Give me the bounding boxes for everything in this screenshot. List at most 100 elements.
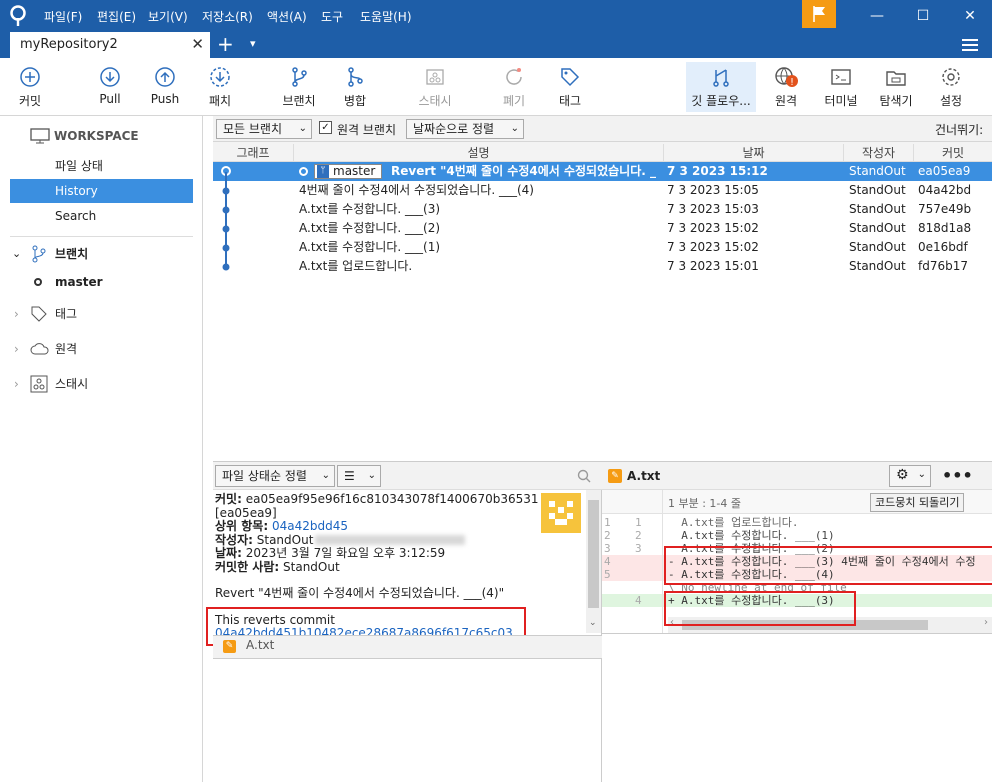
sidebar-item-file-status[interactable]: 파일 상태 xyxy=(0,154,203,178)
title-bar: 파일(F) 편집(E) 보기(V) 저장소(R) 액션(A) 도구 도움말(H)… xyxy=(0,0,992,32)
commit-date: 7 3 2023 15:02 xyxy=(667,221,759,235)
branch-button[interactable]: 브랜치 xyxy=(275,62,323,112)
table-row[interactable]: A.txt를 수정합니다. ___(2) 7 3 2023 15:02 Stan… xyxy=(213,219,992,238)
column-author[interactable]: 작성자 xyxy=(843,144,913,161)
date-label: 날짜: xyxy=(215,546,242,560)
chevron-right-icon: › xyxy=(14,342,19,356)
details-toolbar: 파일 상태순 정렬 ⌄ ☰ ⌄ xyxy=(213,462,602,490)
cloud-icon xyxy=(30,343,49,355)
diff-options-dropdown[interactable]: ⚙ ⌄ xyxy=(889,465,931,487)
sidebar-item-history[interactable]: History xyxy=(10,179,193,203)
table-row[interactable]: A.txt를 업로드합니다. 7 3 2023 15:01 StandOut f… xyxy=(213,257,992,276)
pull-label: Pull xyxy=(99,92,121,106)
new-tab-button[interactable]: + xyxy=(217,32,234,56)
maximize-button[interactable]: ☐ xyxy=(906,4,940,28)
column-commit[interactable]: 커밋 xyxy=(913,144,992,161)
chevron-down-icon: ⌄ xyxy=(12,247,22,260)
flag-icon xyxy=(813,6,825,22)
tab-list-button[interactable]: ▾ xyxy=(250,37,256,50)
remote-branches-checkbox[interactable]: ✓ xyxy=(319,121,332,134)
tags-label: 태그 xyxy=(55,307,78,321)
tag-button[interactable]: 태그 xyxy=(546,62,594,112)
modified-file-icon: ✎ xyxy=(608,469,622,483)
commit-short-hash: [ea05ea9] xyxy=(215,505,277,520)
committer-label: 커밋한 사람: xyxy=(215,559,280,574)
stash-button[interactable]: 스태시 xyxy=(410,62,460,112)
column-date[interactable]: 날짜 xyxy=(663,144,843,161)
menu-help[interactable]: 도움말(H) xyxy=(360,8,412,25)
column-graph[interactable]: 그래프 xyxy=(213,144,293,161)
tab-bar: myRepository2 ✕ + ▾ xyxy=(0,32,992,58)
chevron-down-icon[interactable]: ⌄ xyxy=(589,618,597,628)
flag-button[interactable] xyxy=(802,0,836,28)
fetch-button[interactable]: 패치 xyxy=(196,62,244,112)
tag-icon xyxy=(561,68,580,87)
close-window-button[interactable]: ✕ xyxy=(953,4,987,28)
explorer-button[interactable]: 탐색기 xyxy=(872,62,920,112)
merge-button[interactable]: 병합 xyxy=(331,62,379,112)
remote-button[interactable]: ! 원격 xyxy=(762,62,810,112)
hamburger-menu-icon[interactable] xyxy=(962,38,978,52)
table-row[interactable]: 4번째 줄이 수정4에서 수정되었습니다. ___(4) 7 3 2023 15… xyxy=(213,181,992,200)
merge-icon xyxy=(348,67,363,87)
file-sort-dropdown[interactable]: 파일 상태순 정렬 ⌄ xyxy=(215,465,335,487)
stash-icon xyxy=(30,375,48,393)
changed-file-row[interactable]: ✎ A.txt xyxy=(213,635,602,659)
parent-hash-link[interactable]: 04a42bdd45 xyxy=(272,519,348,533)
pull-button[interactable]: Pull xyxy=(86,62,134,112)
details-scrollbar[interactable]: ⌄ xyxy=(586,490,601,633)
settings-button[interactable]: 설정 xyxy=(927,62,975,112)
menu-actions[interactable]: 액션(A) xyxy=(267,8,307,25)
remote-label: 원격 xyxy=(774,94,798,108)
view-mode-dropdown[interactable]: ☰ ⌄ xyxy=(337,465,381,487)
sourcetree-logo-icon xyxy=(10,5,26,26)
commit-date: 7 3 2023 15:01 xyxy=(667,259,759,273)
menu-edit[interactable]: 편집(E) xyxy=(97,8,136,25)
sidebar-item-search[interactable]: Search xyxy=(0,204,203,228)
commit-author: StandOut xyxy=(849,164,906,178)
revert-hunk-button[interactable]: 코드뭉치 되돌리기 xyxy=(870,493,965,512)
commit-description: A.txt를 수정합니다. ___(2) xyxy=(299,221,441,235)
menu-view[interactable]: 보기(V) xyxy=(148,8,188,25)
close-tab-icon[interactable]: ✕ xyxy=(191,35,204,53)
head-marker-icon xyxy=(299,167,308,176)
commit-hash: fd76b17 xyxy=(918,259,968,273)
sidebar-group-stashes[interactable]: › 스태시 xyxy=(0,372,203,396)
branch-icon xyxy=(292,67,307,87)
repository-tab[interactable]: myRepository2 ✕ xyxy=(10,32,210,58)
monitor-icon xyxy=(30,128,50,144)
sidebar-group-remotes[interactable]: › 원격 xyxy=(0,337,203,361)
menu-tools[interactable]: 도구 xyxy=(321,8,343,25)
table-row[interactable]: A.txt를 수정합니다. ___(1) 7 3 2023 15:02 Stan… xyxy=(213,238,992,257)
gear-icon: ⚙ xyxy=(896,467,909,483)
sort-order-dropdown[interactable]: 날짜순으로 정렬 ⌄ xyxy=(406,119,524,139)
branch-filter-dropdown[interactable]: 모든 브랜치 ⌄ xyxy=(216,119,312,139)
sidebar-group-tags[interactable]: › 태그 xyxy=(0,302,203,326)
terminal-button[interactable]: 터미널 xyxy=(817,62,865,112)
table-row[interactable]: A.txt를 수정합니다. ___(3) 7 3 2023 15:03 Stan… xyxy=(213,200,992,219)
chevron-right-icon: › xyxy=(14,307,19,321)
more-options-icon[interactable]: ••• xyxy=(942,466,973,485)
scrollbar-thumb[interactable] xyxy=(588,500,599,608)
commit-hash: 818d1a8 xyxy=(918,221,972,235)
stash-label: 스태시 xyxy=(418,94,452,108)
chevron-right-icon[interactable]: › xyxy=(984,617,988,628)
chevron-down-icon: ⌄ xyxy=(298,123,307,134)
search-icon[interactable] xyxy=(577,469,591,483)
commit-icon xyxy=(20,67,40,87)
table-row[interactable]: ᛘ master Revert "4번째 줄이 수정4에서 수정되었습니다. _ … xyxy=(213,162,992,181)
sidebar-group-branches[interactable]: ⌄ 브랜치 xyxy=(0,242,203,266)
commit-description: 4번째 줄이 수정4에서 수정되었습니다. ___(4) xyxy=(299,183,534,197)
tag-label: 태그 xyxy=(558,94,582,108)
push-button[interactable]: Push xyxy=(141,62,189,112)
git-flow-button[interactable]: 깃 플로우... xyxy=(686,62,756,112)
menu-repository[interactable]: 저장소(R) xyxy=(202,8,253,25)
menu-file[interactable]: 파일(F) xyxy=(44,8,82,25)
discard-button[interactable]: 폐기 xyxy=(490,62,538,112)
diff-line: 11 A.txt를 업로드합니다. xyxy=(604,516,799,529)
minimize-button[interactable]: — xyxy=(860,4,894,28)
commit-button[interactable]: 커밋 xyxy=(6,62,54,112)
column-description[interactable]: 설명 xyxy=(293,144,663,161)
sidebar: WORKSPACE 파일 상태 History Search ⌄ 브랜치 mas… xyxy=(0,116,203,782)
sidebar-item-master[interactable]: master xyxy=(0,270,203,294)
